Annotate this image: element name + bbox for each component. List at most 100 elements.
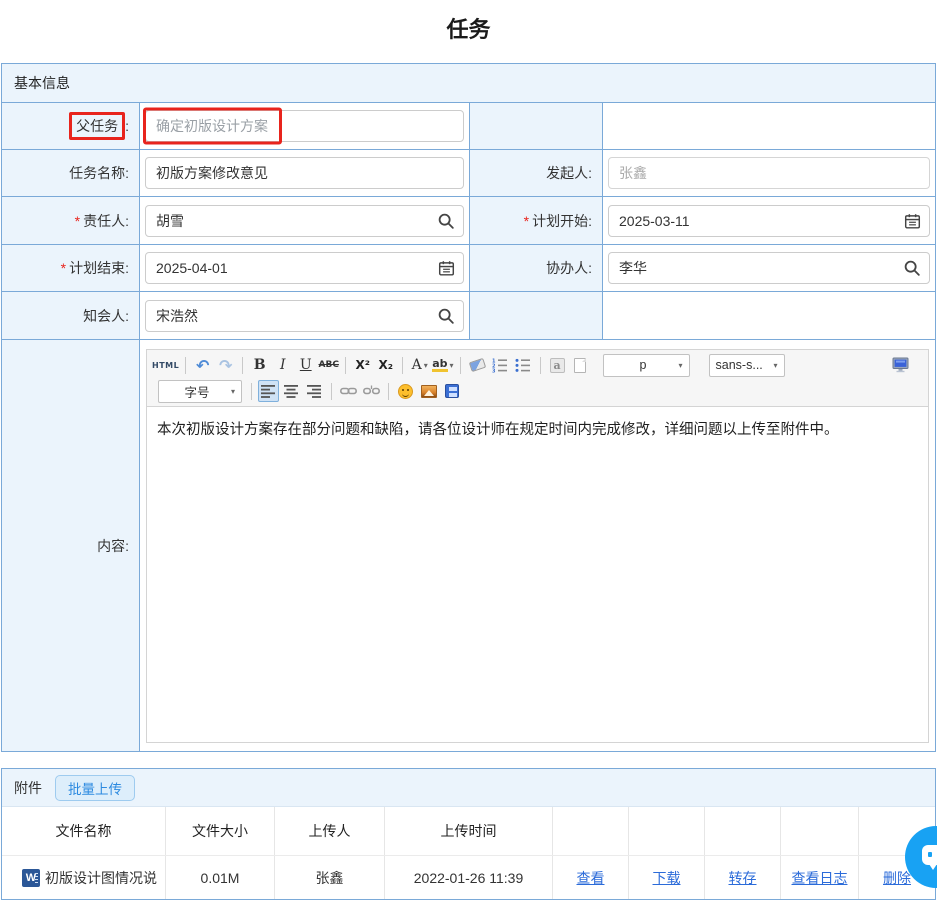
search-icon[interactable] (437, 307, 455, 325)
task-name-input-cell (139, 150, 469, 196)
file-name: 初版设计图情况说 (45, 868, 157, 888)
chevron-down-icon: ▾ (774, 361, 778, 370)
paragraph-format-select[interactable]: p▾ (603, 354, 690, 377)
svg-text:3: 3 (492, 368, 496, 372)
emoticon-icon[interactable] (395, 380, 416, 402)
content-label: 内容: (2, 340, 139, 751)
responsible-input[interactable] (145, 205, 464, 237)
anchor-button[interactable]: a (547, 354, 568, 376)
delete-link[interactable]: 删除 (883, 868, 911, 888)
empty-label-cell-1 (469, 103, 602, 149)
co-organizer-input[interactable] (608, 252, 930, 284)
insert-link-icon[interactable] (338, 380, 359, 402)
transfer-link[interactable]: 转存 (729, 868, 757, 888)
empty-label-cell-2 (469, 292, 602, 339)
toolbar-separator (402, 357, 403, 374)
unlink-icon[interactable] (361, 380, 382, 402)
bold-button[interactable]: B (249, 354, 270, 376)
plan-end-label: 计划结束: (69, 258, 129, 278)
responsible-input-cell (139, 197, 469, 244)
font-family-select[interactable]: sans-s...▾ (709, 354, 785, 377)
underline-button[interactable]: U (295, 354, 316, 376)
responsible-label: 责任人: (83, 211, 129, 231)
attachments-table-header: 文件名称 文件大小 上传人 上传时间 (2, 807, 935, 855)
parent-task-input[interactable] (145, 110, 464, 142)
header-upload-time: 上传时间 (384, 807, 552, 855)
page-title: 任务 (0, 0, 937, 63)
parent-task-label: 父任务 (76, 118, 118, 134)
header-action-3 (704, 807, 780, 855)
search-icon[interactable] (903, 259, 921, 277)
chevron-down-icon: ▾ (424, 361, 428, 370)
notified-input[interactable] (145, 300, 464, 332)
editor-toolbar-row-1: HTML ↶ ↷ B I U ABC X² X₂ A▾ (152, 352, 923, 378)
ordered-list-button[interactable]: 123 (490, 354, 511, 376)
co-organizer-label: 协办人: (469, 245, 602, 291)
highlight-letters: ab (432, 358, 447, 372)
rich-text-editor: HTML ↶ ↷ B I U ABC X² X₂ A▾ (146, 349, 929, 743)
new-page-icon[interactable] (570, 354, 591, 376)
view-log-link[interactable]: 查看日志 (792, 868, 848, 888)
align-left-button[interactable] (258, 380, 279, 402)
chevron-down-icon: ▾ (231, 387, 235, 396)
required-mark: * (524, 213, 529, 229)
plan-start-input-cell (602, 197, 935, 244)
eraser-icon[interactable] (467, 354, 488, 376)
insert-image-icon[interactable] (418, 380, 439, 402)
superscript-button[interactable]: X² (352, 354, 373, 376)
toolbar-separator (345, 357, 346, 374)
align-right-button[interactable] (304, 380, 325, 402)
strikethrough-button[interactable]: ABC (318, 354, 339, 376)
parent-task-label-colon: : (125, 118, 129, 134)
search-icon[interactable] (437, 212, 455, 230)
plan-end-input-cell (139, 245, 469, 291)
align-center-button[interactable] (281, 380, 302, 402)
unordered-list-button[interactable] (513, 354, 534, 376)
html-source-button[interactable]: HTML (152, 354, 179, 376)
font-size-select[interactable]: 字号 ▾ (158, 380, 242, 403)
highlight-color-button[interactable]: ab▾ (432, 354, 453, 376)
batch-upload-button[interactable]: 批量上传 (55, 775, 135, 801)
attachments-header: 附件 批量上传 (2, 769, 935, 807)
basic-info-table: 基本信息 父任务: 任务名称: 发起人: * 责任人: (1, 63, 936, 752)
row-responsible: * 责任人: * 计划开始: (2, 196, 935, 244)
header-action-2 (628, 807, 704, 855)
word-file-icon: W (22, 869, 40, 887)
row-notified: 知会人: (2, 291, 935, 339)
undo-icon[interactable]: ↶ (192, 354, 213, 376)
parent-task-red-annotation: 父任务 (69, 112, 125, 140)
plan-end-input[interactable] (145, 252, 464, 284)
row-parent-task: 父任务: (2, 102, 935, 149)
download-link[interactable]: 下载 (653, 868, 681, 888)
insert-video-icon[interactable] (441, 380, 462, 402)
editor-toolbar-row-2: 字号 ▾ (152, 378, 923, 404)
paragraph-format-value: p (640, 358, 647, 372)
calendar-icon[interactable] (438, 260, 455, 277)
fullscreen-monitor-icon[interactable] (890, 354, 911, 376)
italic-button[interactable]: I (272, 354, 293, 376)
calendar-icon[interactable] (904, 212, 921, 229)
anchor-letter: a (550, 358, 565, 373)
toolbar-separator (251, 383, 252, 400)
subscript-button[interactable]: X₂ (375, 354, 396, 376)
empty-input-cell-2 (602, 292, 935, 339)
parent-task-input-cell (139, 103, 469, 149)
initiator-label: 发起人: (469, 150, 602, 196)
editor-content[interactable]: 本次初版设计方案存在部分问题和缺陷，请各位设计师在规定时间内完成修改，详细问题以… (147, 407, 928, 742)
toolbar-separator (242, 357, 243, 374)
header-file-name: 文件名称 (2, 807, 165, 855)
initiator-input-cell (602, 150, 935, 196)
toolbar-separator (185, 357, 186, 374)
header-action-4 (780, 807, 858, 855)
redo-icon[interactable]: ↷ (215, 354, 236, 376)
notified-input-cell (139, 292, 469, 339)
plan-start-label: 计划开始: (532, 211, 592, 231)
task-name-input[interactable] (145, 157, 464, 189)
view-link[interactable]: 查看 (577, 868, 605, 888)
font-color-button[interactable]: A▾ (409, 354, 430, 376)
plan-end-label-cell: * 计划结束: (2, 245, 139, 291)
chevron-down-icon: ▾ (450, 361, 454, 370)
font-size-value: 字号 (184, 382, 209, 401)
plan-start-input[interactable] (608, 205, 930, 237)
toolbar-separator (331, 383, 332, 400)
